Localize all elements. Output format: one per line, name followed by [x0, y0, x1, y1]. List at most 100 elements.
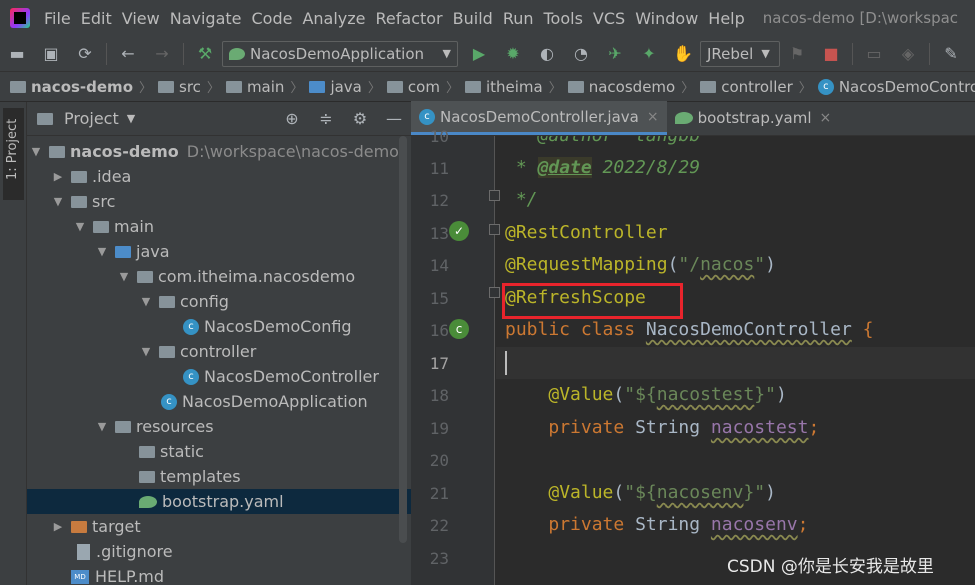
- breadcrumb-item-controller[interactable]: controller 〉: [700, 77, 818, 96]
- file-icon: [77, 543, 90, 560]
- menu-build[interactable]: Build: [453, 9, 493, 28]
- tree-item-package-root[interactable]: ▼ com.itheima.nacosdemo: [27, 264, 411, 289]
- forward-arrow-icon[interactable]: →: [151, 43, 173, 65]
- tree-item-target[interactable]: ▶ target: [27, 514, 411, 539]
- menu-run[interactable]: Run: [503, 9, 534, 28]
- tree-item-controller[interactable]: ▼ controller: [27, 339, 411, 364]
- close-icon[interactable]: ×: [820, 110, 832, 126]
- code-line: @Value("${nacosenv}"): [548, 482, 776, 503]
- tree-item-nacos-demo-controller[interactable]: c NacosDemoController: [27, 364, 411, 389]
- profile-icon[interactable]: ◔: [570, 43, 592, 65]
- folder-icon: [139, 445, 155, 458]
- tree-item-nacos-demo[interactable]: ▼ nacos-demo D:\workspace\nacos-demo: [27, 139, 411, 164]
- settings-wrench-icon[interactable]: ✎: [940, 43, 962, 65]
- expanded-arrow-icon[interactable]: ▼: [95, 420, 109, 433]
- tree-item-resources[interactable]: ▼ resources: [27, 414, 411, 439]
- breadcrumb-item-java[interactable]: java 〉: [309, 77, 386, 96]
- package-icon: [137, 270, 153, 283]
- menu-help[interactable]: Help: [708, 9, 744, 28]
- spring-bean-gutter-icon[interactable]: ✓: [449, 221, 469, 241]
- menu-tools[interactable]: Tools: [544, 9, 583, 28]
- line-number: 23: [429, 549, 449, 568]
- menu-bar: File Edit View Navigate Code Analyze Ref…: [0, 0, 975, 36]
- chevron-down-icon: ▼: [761, 47, 770, 60]
- expanded-arrow-icon[interactable]: ▼: [95, 245, 109, 258]
- sync-icon[interactable]: ⟳: [74, 43, 96, 65]
- tree-item-nacos-demo-application[interactable]: c NacosDemoApplication: [27, 389, 411, 414]
- package-icon: [567, 80, 584, 93]
- open-folder-icon[interactable]: ▬: [6, 43, 28, 65]
- breadcrumb-item-nacosdemo[interactable]: nacosdemo 〉: [567, 77, 701, 96]
- package-icon: [159, 345, 175, 358]
- spring-bean-gutter-icon[interactable]: c: [449, 319, 469, 339]
- expanded-arrow-icon[interactable]: ▼: [51, 195, 65, 208]
- menu-code[interactable]: Code: [252, 9, 293, 28]
- menu-file[interactable]: File: [44, 9, 71, 28]
- menu-navigate[interactable]: Navigate: [170, 9, 242, 28]
- breadcrumb-item-class[interactable]: cNacosDemoController: [817, 78, 975, 96]
- tree-item-help-md[interactable]: MD HELP.md: [27, 564, 411, 585]
- tab-bootstrap-yaml[interactable]: bootstrap.yaml ×: [667, 101, 840, 135]
- hide-icon[interactable]: —: [383, 108, 405, 130]
- tree-item-config[interactable]: ▼ config: [27, 289, 411, 314]
- menu-edit[interactable]: Edit: [81, 9, 112, 28]
- folder-icon: [93, 220, 109, 233]
- jrebel-debug-icon[interactable]: ✦: [638, 43, 660, 65]
- run-icon[interactable]: ▶: [468, 43, 490, 65]
- window-title: nacos-demo [D:\workspac: [762, 9, 959, 27]
- expanded-arrow-icon[interactable]: ▼: [139, 345, 153, 358]
- tree-item-idea[interactable]: ▶ .idea: [27, 164, 411, 189]
- expanded-arrow-icon[interactable]: ▼: [139, 295, 153, 308]
- project-view-select[interactable]: Project: [64, 109, 119, 128]
- device-icon[interactable]: ▭: [863, 43, 885, 65]
- tree-item-gitignore[interactable]: .gitignore: [27, 539, 411, 564]
- chevron-down-icon[interactable]: ▼: [127, 112, 135, 125]
- tab-nacos-demo-controller[interactable]: c NacosDemoController.java ×: [411, 101, 667, 135]
- tree-item-java[interactable]: ▼ java: [27, 239, 411, 264]
- tree-item-static[interactable]: static: [27, 439, 411, 464]
- build-hammer-icon[interactable]: ⚒: [194, 43, 216, 65]
- tree-item-src[interactable]: ▼ src: [27, 189, 411, 214]
- project-tool-tab[interactable]: 1: Project: [3, 108, 24, 200]
- menu-vcs[interactable]: VCS: [593, 9, 625, 28]
- jrebel-run-icon[interactable]: ✈: [604, 43, 626, 65]
- menu-window[interactable]: Window: [635, 9, 698, 28]
- tree-item-bootstrap-yaml[interactable]: bootstrap.yaml: [27, 489, 411, 514]
- menu-refactor[interactable]: Refactor: [376, 9, 443, 28]
- stop-icon[interactable]: ■: [820, 43, 842, 65]
- expanded-arrow-icon[interactable]: ▼: [29, 145, 43, 158]
- debug-bug-icon[interactable]: ✹: [502, 43, 524, 65]
- menu-view[interactable]: View: [122, 9, 160, 28]
- tree-item-main[interactable]: ▼ main: [27, 214, 411, 239]
- project-scrollbar[interactable]: [399, 136, 407, 543]
- coverage-icon[interactable]: ◐: [536, 43, 558, 65]
- breadcrumb-item-src[interactable]: src 〉: [158, 77, 226, 96]
- attach-debugger-icon[interactable]: ⚑: [786, 43, 808, 65]
- line-number: 16: [429, 321, 449, 340]
- folder-icon: [139, 470, 155, 483]
- jrebel-attach-icon[interactable]: ✋: [672, 43, 694, 65]
- close-icon[interactable]: ×: [647, 109, 659, 125]
- toolbar-separator: [852, 42, 853, 65]
- jrebel-select[interactable]: JRebel ▼: [700, 40, 780, 67]
- plugins-icon[interactable]: ◈: [897, 43, 919, 65]
- collapsed-arrow-icon[interactable]: ▶: [51, 520, 65, 533]
- collapse-all-icon[interactable]: ≑: [315, 108, 337, 130]
- tree-item-templates[interactable]: templates: [27, 464, 411, 489]
- breadcrumb-item-com[interactable]: com 〉: [386, 77, 465, 96]
- save-all-icon[interactable]: ▣: [40, 43, 62, 65]
- run-configuration-select[interactable]: NacosDemoApplication ▼: [222, 40, 458, 67]
- back-arrow-icon[interactable]: ←: [117, 43, 139, 65]
- expanded-arrow-icon[interactable]: ▼: [73, 220, 87, 233]
- expanded-arrow-icon[interactable]: ▼: [117, 270, 131, 283]
- breadcrumb-item-project[interactable]: nacos-demo 〉: [10, 77, 158, 96]
- code-line-current: [496, 347, 975, 379]
- tree-item-nacos-demo-config[interactable]: c NacosDemoConfig: [27, 314, 411, 339]
- breadcrumb-item-itheima[interactable]: itheima 〉: [464, 77, 568, 96]
- locate-target-icon[interactable]: ⊕: [281, 108, 303, 130]
- gear-icon[interactable]: ⚙: [349, 108, 371, 130]
- code-area[interactable]: @author tangbb * @date 2022/8/29 */ @Res…: [496, 136, 975, 585]
- menu-analyze[interactable]: Analyze: [302, 9, 365, 28]
- breadcrumb-item-main[interactable]: main 〉: [225, 77, 310, 96]
- collapsed-arrow-icon[interactable]: ▶: [51, 170, 65, 183]
